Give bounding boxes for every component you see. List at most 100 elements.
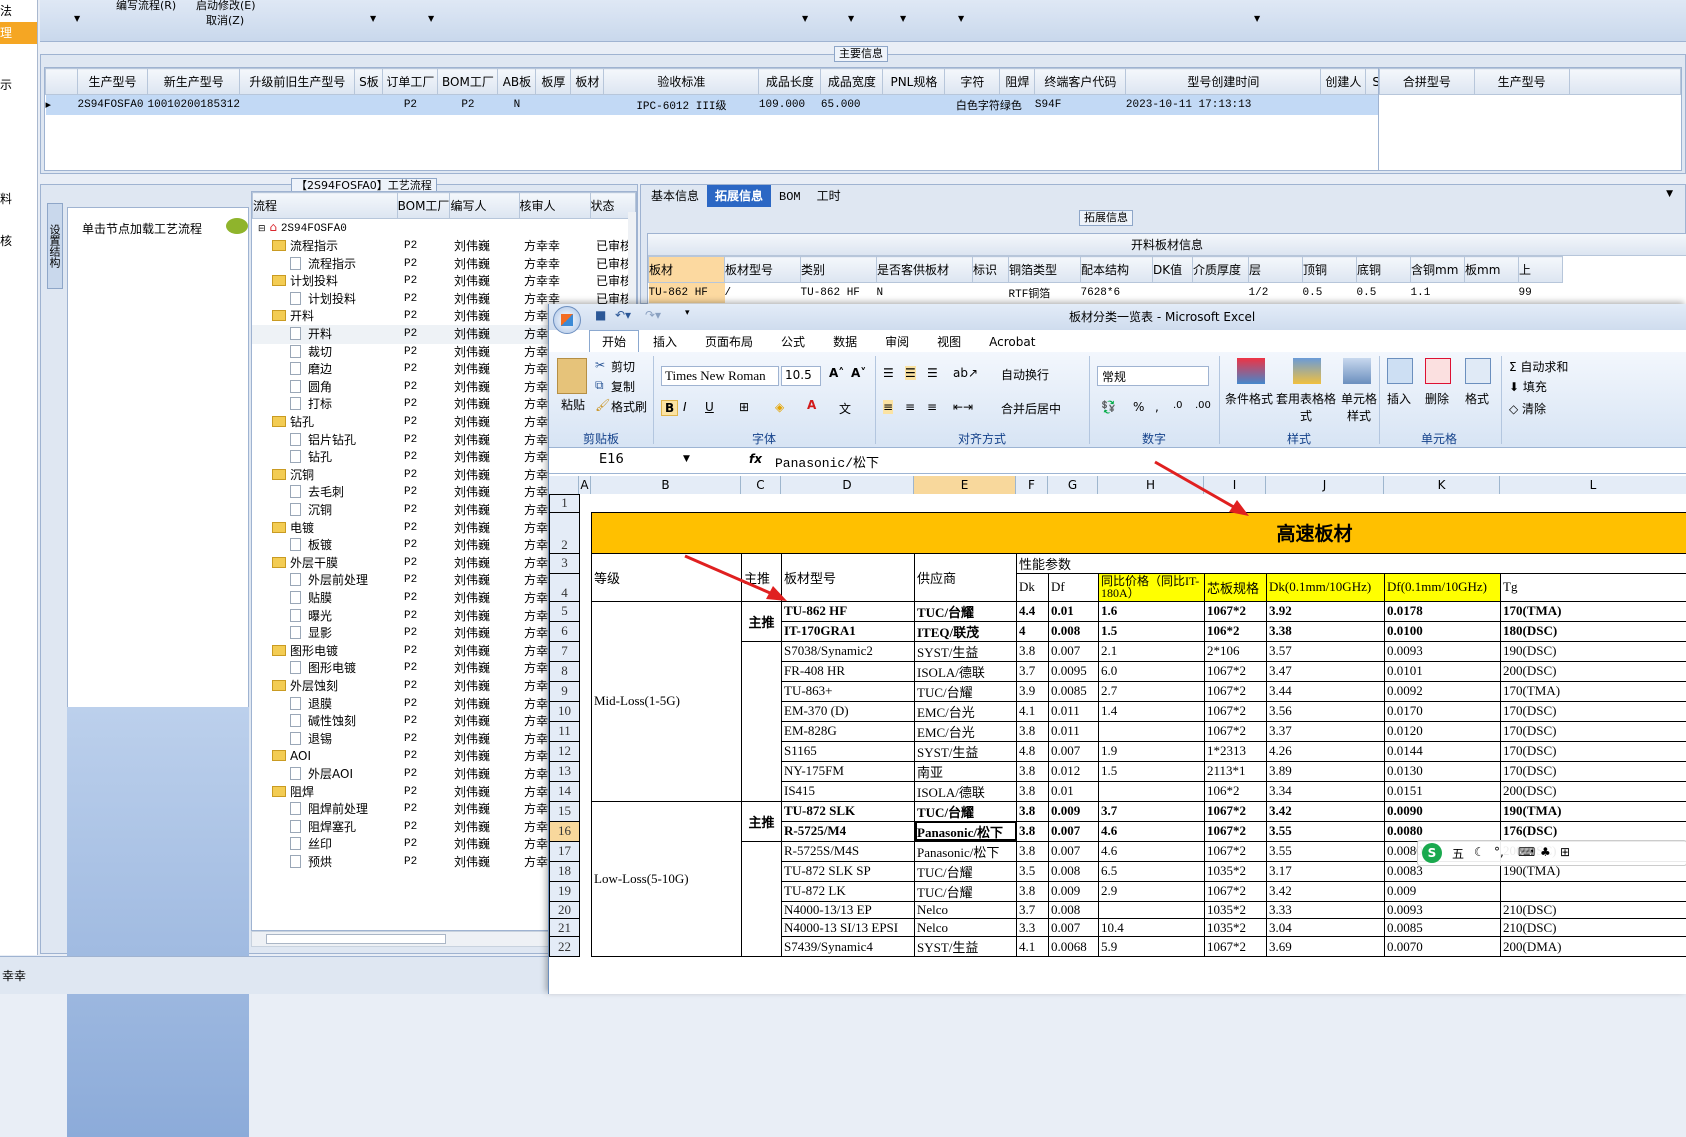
column-header[interactable]: BOM工厂 xyxy=(397,193,450,219)
table-cell[interactable]: / xyxy=(725,283,801,303)
column-header[interactable]: 编写人 xyxy=(450,193,519,219)
column-header[interactable]: 字符 xyxy=(945,69,1000,95)
table-row[interactable]: ▸ 2S94FOSFA0 10010200185312 P2 P2 N IPC-… xyxy=(46,95,1396,115)
tab-basic-info[interactable]: 基本信息 xyxy=(643,185,707,207)
ime-mode-label[interactable]: 五 xyxy=(1452,845,1464,862)
column-header[interactable]: 类别 xyxy=(801,257,877,283)
column-header[interactable]: 含铜mm xyxy=(1411,257,1465,283)
table-cell[interactable]: 65.000 xyxy=(821,95,883,115)
dropdown-arrow-icon[interactable]: ▼ xyxy=(428,14,434,23)
table-cell[interactable]: P2 xyxy=(438,95,498,115)
column-header[interactable]: PNL规格 xyxy=(883,69,945,95)
table-cell[interactable] xyxy=(973,283,1009,303)
column-header[interactable]: 生产型号 xyxy=(1474,69,1569,95)
column-header[interactable]: 介质厚度 xyxy=(1193,257,1249,283)
column-header[interactable]: 订单工厂 xyxy=(383,69,438,95)
left-nav-item[interactable]: 法 xyxy=(0,0,37,22)
table-cell[interactable] xyxy=(1193,283,1249,303)
ime-skin-icon[interactable]: ♣ xyxy=(1540,845,1551,859)
column-header[interactable]: 流程 xyxy=(253,193,398,219)
table-row[interactable]: TU-862 HF / TU-862 HF N RTF铜箔 7628*6 1/2… xyxy=(649,283,1563,303)
column-header[interactable]: 成品宽度 xyxy=(821,69,883,95)
column-header[interactable]: 层 xyxy=(1249,257,1303,283)
column-header[interactable]: 阻焊 xyxy=(1000,69,1035,95)
column-header[interactable]: 板厚 xyxy=(536,69,571,95)
sogou-logo-icon[interactable]: S xyxy=(1422,843,1442,863)
dropdown-arrow-icon[interactable]: ▼ xyxy=(1254,14,1260,23)
cancel-menu[interactable]: 取消(Z) xyxy=(206,12,244,28)
column-header[interactable]: 上 xyxy=(1519,257,1563,283)
dropdown-arrow-icon[interactable]: ▼ xyxy=(958,14,964,23)
column-header[interactable]: S板 xyxy=(355,69,383,95)
column-header[interactable]: 终端客户代码 xyxy=(1035,69,1126,95)
table-cell[interactable] xyxy=(355,95,383,115)
table-cell[interactable]: 2023-10-11 17:13:13 xyxy=(1126,95,1321,115)
column-header[interactable]: 板mm xyxy=(1465,257,1519,283)
table-cell[interactable]: TU-862 HF xyxy=(649,283,725,303)
table-cell[interactable] xyxy=(1465,283,1519,303)
ime-keyboard-icon[interactable]: ⌨ xyxy=(1518,845,1535,859)
table-cell[interactable] xyxy=(1321,95,1366,115)
column-header[interactable]: 合拼型号 xyxy=(1380,69,1475,95)
column-header[interactable]: 顶铜 xyxy=(1303,257,1357,283)
column-header[interactable]: 型号创建时间 xyxy=(1126,69,1321,95)
dropdown-arrow-icon[interactable]: ▼ xyxy=(802,14,808,23)
table-cell[interactable] xyxy=(1153,283,1193,303)
table-cell[interactable]: 1/2 xyxy=(1249,283,1303,303)
table-cell[interactable] xyxy=(536,95,571,115)
table-cell[interactable]: P2 xyxy=(383,95,438,115)
tree-row[interactable]: 流程指示P2刘伟巍方幸幸已审核 xyxy=(252,237,628,256)
table-cell[interactable]: 白色字符 xyxy=(945,95,1000,115)
dropdown-arrow-icon[interactable]: ▼ xyxy=(848,14,854,23)
edit-flow-menu[interactable]: 编写流程(R) xyxy=(116,0,176,13)
table-cell[interactable]: 10010200185312 xyxy=(148,95,240,115)
table-cell[interactable]: 99 xyxy=(1519,283,1563,303)
column-header[interactable]: AB板 xyxy=(498,69,536,95)
tree-row[interactable]: 计划投料P2刘伟巍方幸幸已审核 xyxy=(252,272,628,291)
tab-bom[interactable]: BOM xyxy=(771,186,809,208)
ime-moon-icon[interactable]: ☾ xyxy=(1474,845,1485,859)
left-nav-item-active[interactable]: 理 xyxy=(0,22,37,44)
column-header[interactable]: 升级前旧生产型号 xyxy=(240,69,355,95)
table-cell[interactable]: S94F xyxy=(1035,95,1126,115)
column-header[interactable]: 标识 xyxy=(973,257,1009,283)
tab-hours[interactable]: 工时 xyxy=(809,185,849,207)
left-nav-item[interactable]: 核 xyxy=(0,230,37,252)
column-header[interactable]: 底铜 xyxy=(1357,257,1411,283)
column-header[interactable]: 铜箔类型 xyxy=(1009,257,1081,283)
ime-menu-icon[interactable]: ⊞ xyxy=(1560,845,1570,859)
column-header[interactable]: BOM工厂 xyxy=(438,69,498,95)
tree-row[interactable]: 流程指示P2刘伟巍方幸幸已审核 xyxy=(252,255,628,274)
column-header[interactable]: 创建人 xyxy=(1321,69,1366,95)
left-nav-item[interactable]: 料 xyxy=(0,188,37,210)
column-header[interactable]: 配本结构 xyxy=(1081,257,1153,283)
table-cell[interactable]: 2S94FOSFA0 xyxy=(78,95,148,115)
table-cell[interactable]: TU-862 HF xyxy=(801,283,877,303)
column-header[interactable]: 新生产型号 xyxy=(148,69,240,95)
left-nav-item[interactable] xyxy=(0,126,37,148)
column-header[interactable]: 生产型号 xyxy=(78,69,148,95)
tab-ext-info[interactable]: 拓展信息 xyxy=(707,185,771,207)
table-cell[interactable]: 1.1 xyxy=(1411,283,1465,303)
table-cell[interactable] xyxy=(571,95,604,115)
column-header[interactable]: 是否客供板材 xyxy=(877,257,973,283)
column-header[interactable]: DK值 xyxy=(1153,257,1193,283)
chevron-down-icon[interactable]: ▼ xyxy=(1666,189,1673,199)
column-header[interactable]: 核审人 xyxy=(519,193,590,219)
dropdown-arrow-icon[interactable]: ▼ xyxy=(370,14,376,23)
column-header[interactable]: 板材型号 xyxy=(725,257,801,283)
table-cell[interactable]: 绿色 xyxy=(1000,95,1035,115)
table-cell[interactable]: 0.5 xyxy=(1303,283,1357,303)
ime-punct-icon[interactable]: °, xyxy=(1494,845,1504,859)
column-header[interactable]: 成品长度 xyxy=(759,69,821,95)
table-cell[interactable] xyxy=(240,95,355,115)
table-cell[interactable]: N xyxy=(498,95,536,115)
table-cell[interactable]: IPC-6012 III级 xyxy=(604,95,759,115)
column-header[interactable]: 验收标准 xyxy=(604,69,759,95)
table-cell[interactable] xyxy=(883,95,945,115)
table-cell[interactable]: 109.000 xyxy=(759,95,821,115)
tree-root[interactable]: ⊟ ⌂ 2S94FOSFA0 xyxy=(258,218,347,237)
table-cell[interactable]: 7628*6 xyxy=(1081,283,1153,303)
dropdown-arrow-icon[interactable]: ▼ xyxy=(74,14,80,23)
left-nav-item[interactable]: 示 xyxy=(0,74,37,96)
